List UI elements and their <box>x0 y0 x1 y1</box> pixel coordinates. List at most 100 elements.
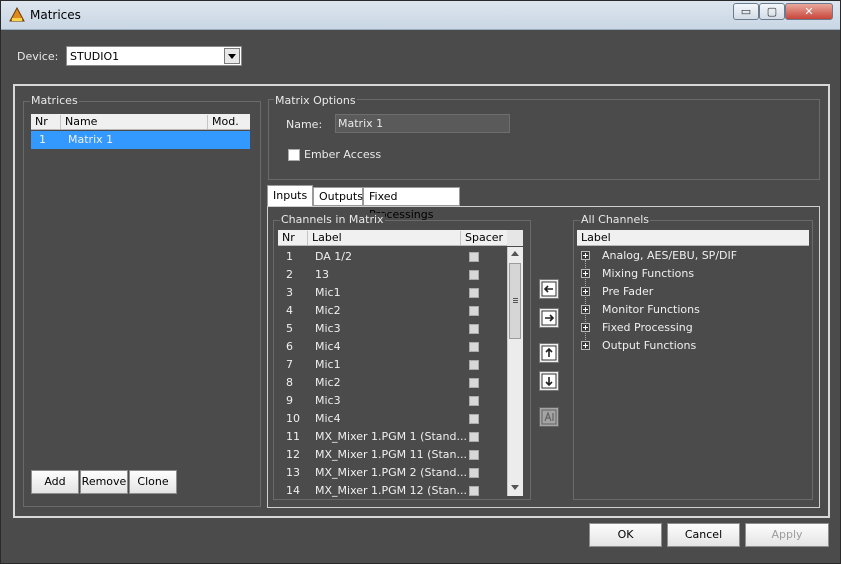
minimize-button[interactable]: ▭ <box>733 3 759 20</box>
matrices-window: Matrices ▭ ▢ ✕ Device: STUDIO1 Matrices … <box>0 0 841 564</box>
close-icon: ✕ <box>804 5 814 18</box>
remove-from-matrix-button[interactable] <box>539 308 559 328</box>
table-row[interactable]: 13 MX_Mixer 1.PGM 2 (Stand... <box>278 464 507 482</box>
matrix-nr: 1 <box>39 133 46 146</box>
tree-item[interactable]: Mixing Functions <box>581 265 801 283</box>
spacer-checkbox[interactable] <box>469 468 479 478</box>
spacer-checkbox[interactable] <box>469 396 479 406</box>
ok-button[interactable]: OK <box>589 523 662 547</box>
channel-label: Mic3 <box>315 394 341 407</box>
tree-item-label: Pre Fader <box>602 285 654 298</box>
expand-icon[interactable] <box>581 323 590 332</box>
maximize-button[interactable]: ▢ <box>759 3 785 20</box>
matrices-group-title: Matrices <box>30 94 79 107</box>
tree-item[interactable]: Monitor Functions <box>581 301 801 319</box>
remove-button[interactable]: Remove <box>80 470 128 494</box>
tab-outputs[interactable]: Outputs <box>313 187 363 206</box>
spacer-checkbox[interactable] <box>469 252 479 262</box>
spacer-checkbox[interactable] <box>469 432 479 442</box>
table-row[interactable]: 11 MX_Mixer 1.PGM 1 (Stand... <box>278 428 507 446</box>
all-channels-title: All Channels <box>580 213 651 226</box>
move-up-button[interactable] <box>539 343 559 363</box>
channels-table-header: Nr Label Spacer <box>278 230 507 246</box>
matrix-row[interactable]: 1 Matrix 1 <box>31 131 250 149</box>
table-row[interactable]: 7 Mic1 <box>278 356 507 374</box>
matrices-table-header: Nr Name Mod. <box>31 114 250 130</box>
auto-label-button[interactable] <box>539 407 559 427</box>
table-row[interactable]: 4 Mic2 <box>278 302 507 320</box>
channels-group-title: Channels in Matrix <box>280 213 385 226</box>
matrix-name-field[interactable]: Matrix 1 <box>335 114 510 133</box>
tab-fixed-processings[interactable]: Fixed Processings <box>363 187 460 221</box>
channels-scrollbar[interactable] <box>507 247 523 496</box>
tab-inputs[interactable]: Inputs <box>267 185 313 207</box>
arrow-up-icon <box>541 345 557 361</box>
table-row[interactable]: 1 DA 1/2 <box>278 248 507 266</box>
add-to-matrix-button[interactable] <box>539 279 559 299</box>
scroll-down-icon[interactable] <box>511 485 519 490</box>
table-row[interactable]: 12 MX_Mixer 1.PGM 11 (Stan... <box>278 446 507 464</box>
table-row[interactable]: 2 13 <box>278 266 507 284</box>
spacer-checkbox[interactable] <box>469 486 479 496</box>
col-label[interactable]: Label <box>308 231 461 245</box>
add-button[interactable]: Add <box>31 470 79 494</box>
expand-icon[interactable] <box>581 287 590 296</box>
cancel-button[interactable]: Cancel <box>667 523 740 547</box>
table-row[interactable]: 14 MX_Mixer 1.PGM 12 (Stan... <box>278 482 507 500</box>
table-row[interactable]: 3 Mic1 <box>278 284 507 302</box>
maximize-icon: ▢ <box>766 5 778 18</box>
minimize-icon: ▭ <box>740 5 752 18</box>
close-button[interactable]: ✕ <box>785 3 833 20</box>
tree-item[interactable]: Pre Fader <box>581 283 801 301</box>
scroll-thumb[interactable] <box>509 263 521 339</box>
table-row[interactable]: 8 Mic2 <box>278 374 507 392</box>
ember-access-checkbox[interactable] <box>288 149 300 161</box>
expand-icon[interactable] <box>581 341 590 350</box>
scroll-up-icon[interactable] <box>511 251 519 256</box>
matrix-name-value: Matrix 1 <box>338 117 384 130</box>
device-select[interactable]: STUDIO1 <box>66 46 242 66</box>
matrix-options-title: Matrix Options <box>274 94 357 107</box>
move-down-button[interactable] <box>539 371 559 391</box>
table-row[interactable]: 9 Mic3 <box>278 392 507 410</box>
col-nr[interactable]: Nr <box>278 231 308 245</box>
channel-label: Mic4 <box>315 340 341 353</box>
col-mod[interactable]: Mod. <box>208 115 250 129</box>
clone-button[interactable]: Clone <box>129 470 177 494</box>
device-label: Device: <box>17 50 59 63</box>
table-row[interactable]: 5 Mic3 <box>278 320 507 338</box>
expand-icon[interactable] <box>581 305 590 314</box>
channel-label: Mic2 <box>315 304 341 317</box>
matrix-options-group <box>268 99 820 180</box>
channel-nr: 9 <box>286 394 293 407</box>
spacer-checkbox[interactable] <box>469 324 479 334</box>
tree-item[interactable]: Output Functions <box>581 337 801 355</box>
col-nr[interactable]: Nr <box>31 115 61 129</box>
channel-nr: 6 <box>286 340 293 353</box>
col-name[interactable]: Name <box>61 115 208 129</box>
col-label[interactable]: Label <box>577 231 809 245</box>
col-spacer[interactable]: Spacer <box>461 231 507 245</box>
expand-icon[interactable] <box>581 269 590 278</box>
tree-item[interactable]: Analog, AES/EBU, SP/DIF <box>581 247 801 265</box>
table-row[interactable]: 10 Mic4 <box>278 410 507 428</box>
channel-nr: 12 <box>286 448 300 461</box>
all-channels-header: Label <box>577 230 809 246</box>
spacer-checkbox[interactable] <box>469 288 479 298</box>
tree-item[interactable]: Fixed Processing <box>581 319 801 337</box>
spacer-checkbox[interactable] <box>469 378 479 388</box>
spacer-checkbox[interactable] <box>469 306 479 316</box>
expand-icon[interactable] <box>581 251 590 260</box>
channel-label: 13 <box>315 268 329 281</box>
matrices-group <box>23 101 261 507</box>
channel-nr: 11 <box>286 430 300 443</box>
spacer-checkbox[interactable] <box>469 270 479 280</box>
spacer-checkbox[interactable] <box>469 450 479 460</box>
table-row[interactable]: 6 Mic4 <box>278 338 507 356</box>
spacer-checkbox[interactable] <box>469 342 479 352</box>
spacer-checkbox[interactable] <box>469 360 479 370</box>
chevron-down-icon[interactable] <box>224 48 240 64</box>
device-value: STUDIO1 <box>70 50 120 63</box>
apply-button[interactable]: Apply <box>745 523 829 547</box>
spacer-checkbox[interactable] <box>469 414 479 424</box>
